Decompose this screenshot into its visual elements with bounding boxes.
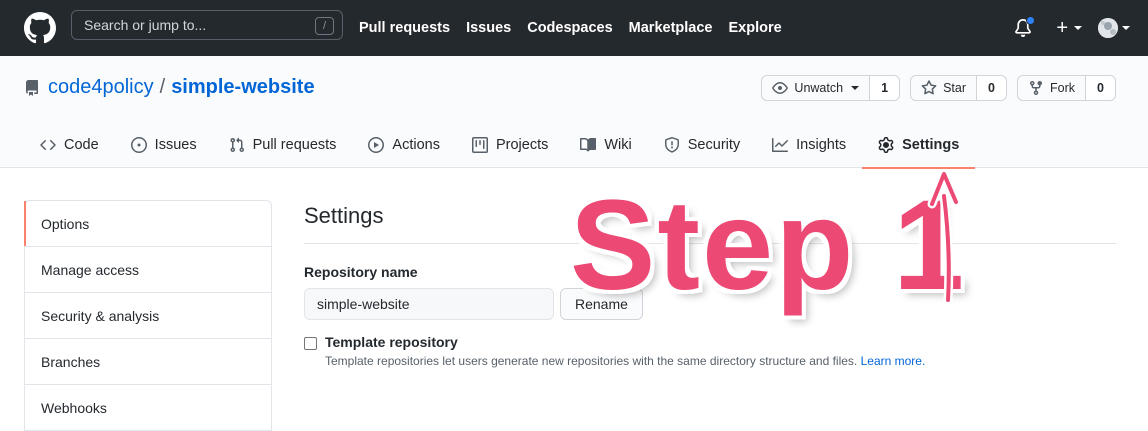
sidebar-item-label: Manage access (41, 261, 140, 278)
shield-icon (664, 137, 679, 153)
notification-indicator-dot (1026, 16, 1036, 25)
step-1-annotation: Step 1 (570, 174, 967, 317)
watch-group: Unwatch 1 (761, 75, 901, 101)
template-description-text: Template repositories let users generate… (325, 354, 858, 368)
notifications-bell-icon[interactable] (1014, 16, 1036, 38)
avatar (1098, 18, 1118, 38)
sidebar-item-branches[interactable]: Branches (25, 339, 271, 385)
tab-label: Security (687, 137, 741, 153)
global-nav: Pull requests Issues Codespaces Marketpl… (359, 0, 798, 56)
tab-issues[interactable]: Issues (115, 122, 213, 168)
tab-label: Settings (902, 137, 960, 153)
star-label: Star (943, 81, 966, 95)
issue-icon (130, 137, 147, 153)
repo-name-link[interactable]: simple-website (171, 76, 314, 99)
sidebar-item-webhooks[interactable]: Webhooks (25, 385, 271, 431)
settings-sidebar: Options Manage access Security & analysi… (24, 200, 272, 431)
fork-icon (1030, 81, 1042, 96)
unwatch-label: Unwatch (794, 81, 844, 95)
github-logo-icon[interactable] (24, 12, 56, 44)
eye-icon (772, 82, 789, 94)
sidebar-item-manage-access[interactable]: Manage access (25, 247, 271, 293)
chevron-down-icon (851, 86, 860, 90)
repository-header: code4policy / simple-website Unwatch 1 S… (0, 56, 1148, 169)
search-input[interactable]: Search or jump to... / (71, 10, 343, 40)
create-new-dropdown[interactable]: + (1056, 18, 1082, 38)
user-menu-dropdown[interactable] (1098, 18, 1130, 38)
sidebar-item-label: Security & analysis (41, 307, 160, 324)
tab-label: Pull requests (252, 137, 337, 153)
watch-count[interactable]: 1 (870, 75, 901, 101)
star-icon (921, 80, 937, 95)
tab-wiki[interactable]: Wiki (564, 122, 647, 168)
star-group: Star 0 (910, 75, 1007, 101)
repo-title: code4policy / simple-website (24, 76, 315, 99)
gear-icon (878, 137, 894, 153)
chevron-down-icon (1074, 26, 1082, 30)
plus-icon: + (1056, 17, 1068, 39)
fork-button[interactable]: Fork (1017, 75, 1086, 101)
tab-label: Issues (154, 137, 197, 153)
tab-insights[interactable]: Insights (756, 122, 862, 168)
arrow-up-annotation-icon (927, 169, 961, 305)
template-repository-checkbox[interactable] (304, 337, 317, 350)
nav-codespaces[interactable]: Codespaces (527, 20, 612, 36)
repo-owner-link[interactable]: code4policy (48, 76, 154, 99)
fork-group: Fork 0 (1017, 75, 1116, 101)
nav-marketplace[interactable]: Marketplace (629, 20, 713, 36)
star-count[interactable]: 0 (977, 75, 1007, 101)
learn-more-link[interactable]: Learn more. (861, 354, 926, 368)
sidebar-item-options[interactable]: Options (24, 201, 271, 247)
top-header: Search or jump to... / Pull requests Iss… (0, 0, 1148, 56)
tab-pull-requests[interactable]: Pull requests (213, 122, 353, 168)
nav-issues[interactable]: Issues (466, 20, 511, 36)
template-repository-description: Template repositories let users generate… (325, 354, 925, 368)
repo-path-separator: / (159, 76, 166, 98)
tab-security[interactable]: Security (648, 122, 756, 168)
tab-actions[interactable]: Actions (352, 122, 456, 168)
sidebar-item-label: Options (41, 215, 90, 232)
chevron-down-icon (1122, 26, 1130, 30)
star-button[interactable]: Star (910, 75, 977, 101)
tab-label: Code (64, 137, 99, 153)
tab-label: Actions (392, 137, 440, 153)
graph-icon (772, 138, 789, 152)
fork-count[interactable]: 0 (1086, 75, 1116, 101)
repository-name-input[interactable]: simple-website (304, 288, 554, 320)
tab-label: Insights (796, 137, 847, 153)
repo-tabs: Code Issues Pull requests Actions Projec… (24, 122, 976, 169)
play-icon (368, 137, 385, 153)
pull-request-icon (230, 137, 244, 153)
tab-code[interactable]: Code (24, 122, 115, 168)
code-icon (40, 139, 56, 151)
tab-settings[interactable]: Settings (862, 122, 976, 169)
book-icon (580, 137, 597, 152)
slash-shortcut-key: / (315, 17, 334, 35)
tab-label: Projects (495, 137, 549, 153)
template-repository-label[interactable]: Template repository (325, 334, 925, 350)
search-placeholder: Search or jump to... (84, 17, 207, 33)
sidebar-item-security-analysis[interactable]: Security & analysis (25, 293, 271, 339)
fork-label: Fork (1050, 81, 1075, 95)
repo-actions: Unwatch 1 Star 0 Fork 0 (751, 75, 1116, 101)
nav-explore[interactable]: Explore (728, 20, 781, 36)
nav-pull-requests[interactable]: Pull requests (359, 20, 450, 36)
sidebar-item-label: Webhooks (41, 399, 107, 416)
tab-projects[interactable]: Projects (456, 122, 564, 168)
repo-icon (25, 79, 38, 96)
tab-label: Wiki (604, 137, 632, 153)
header-right-controls: + (1014, 0, 1130, 56)
template-repository-row: Template repository Template repositorie… (304, 334, 1116, 368)
sidebar-item-label: Branches (41, 353, 101, 370)
project-icon (471, 137, 488, 153)
unwatch-button[interactable]: Unwatch (761, 75, 871, 101)
